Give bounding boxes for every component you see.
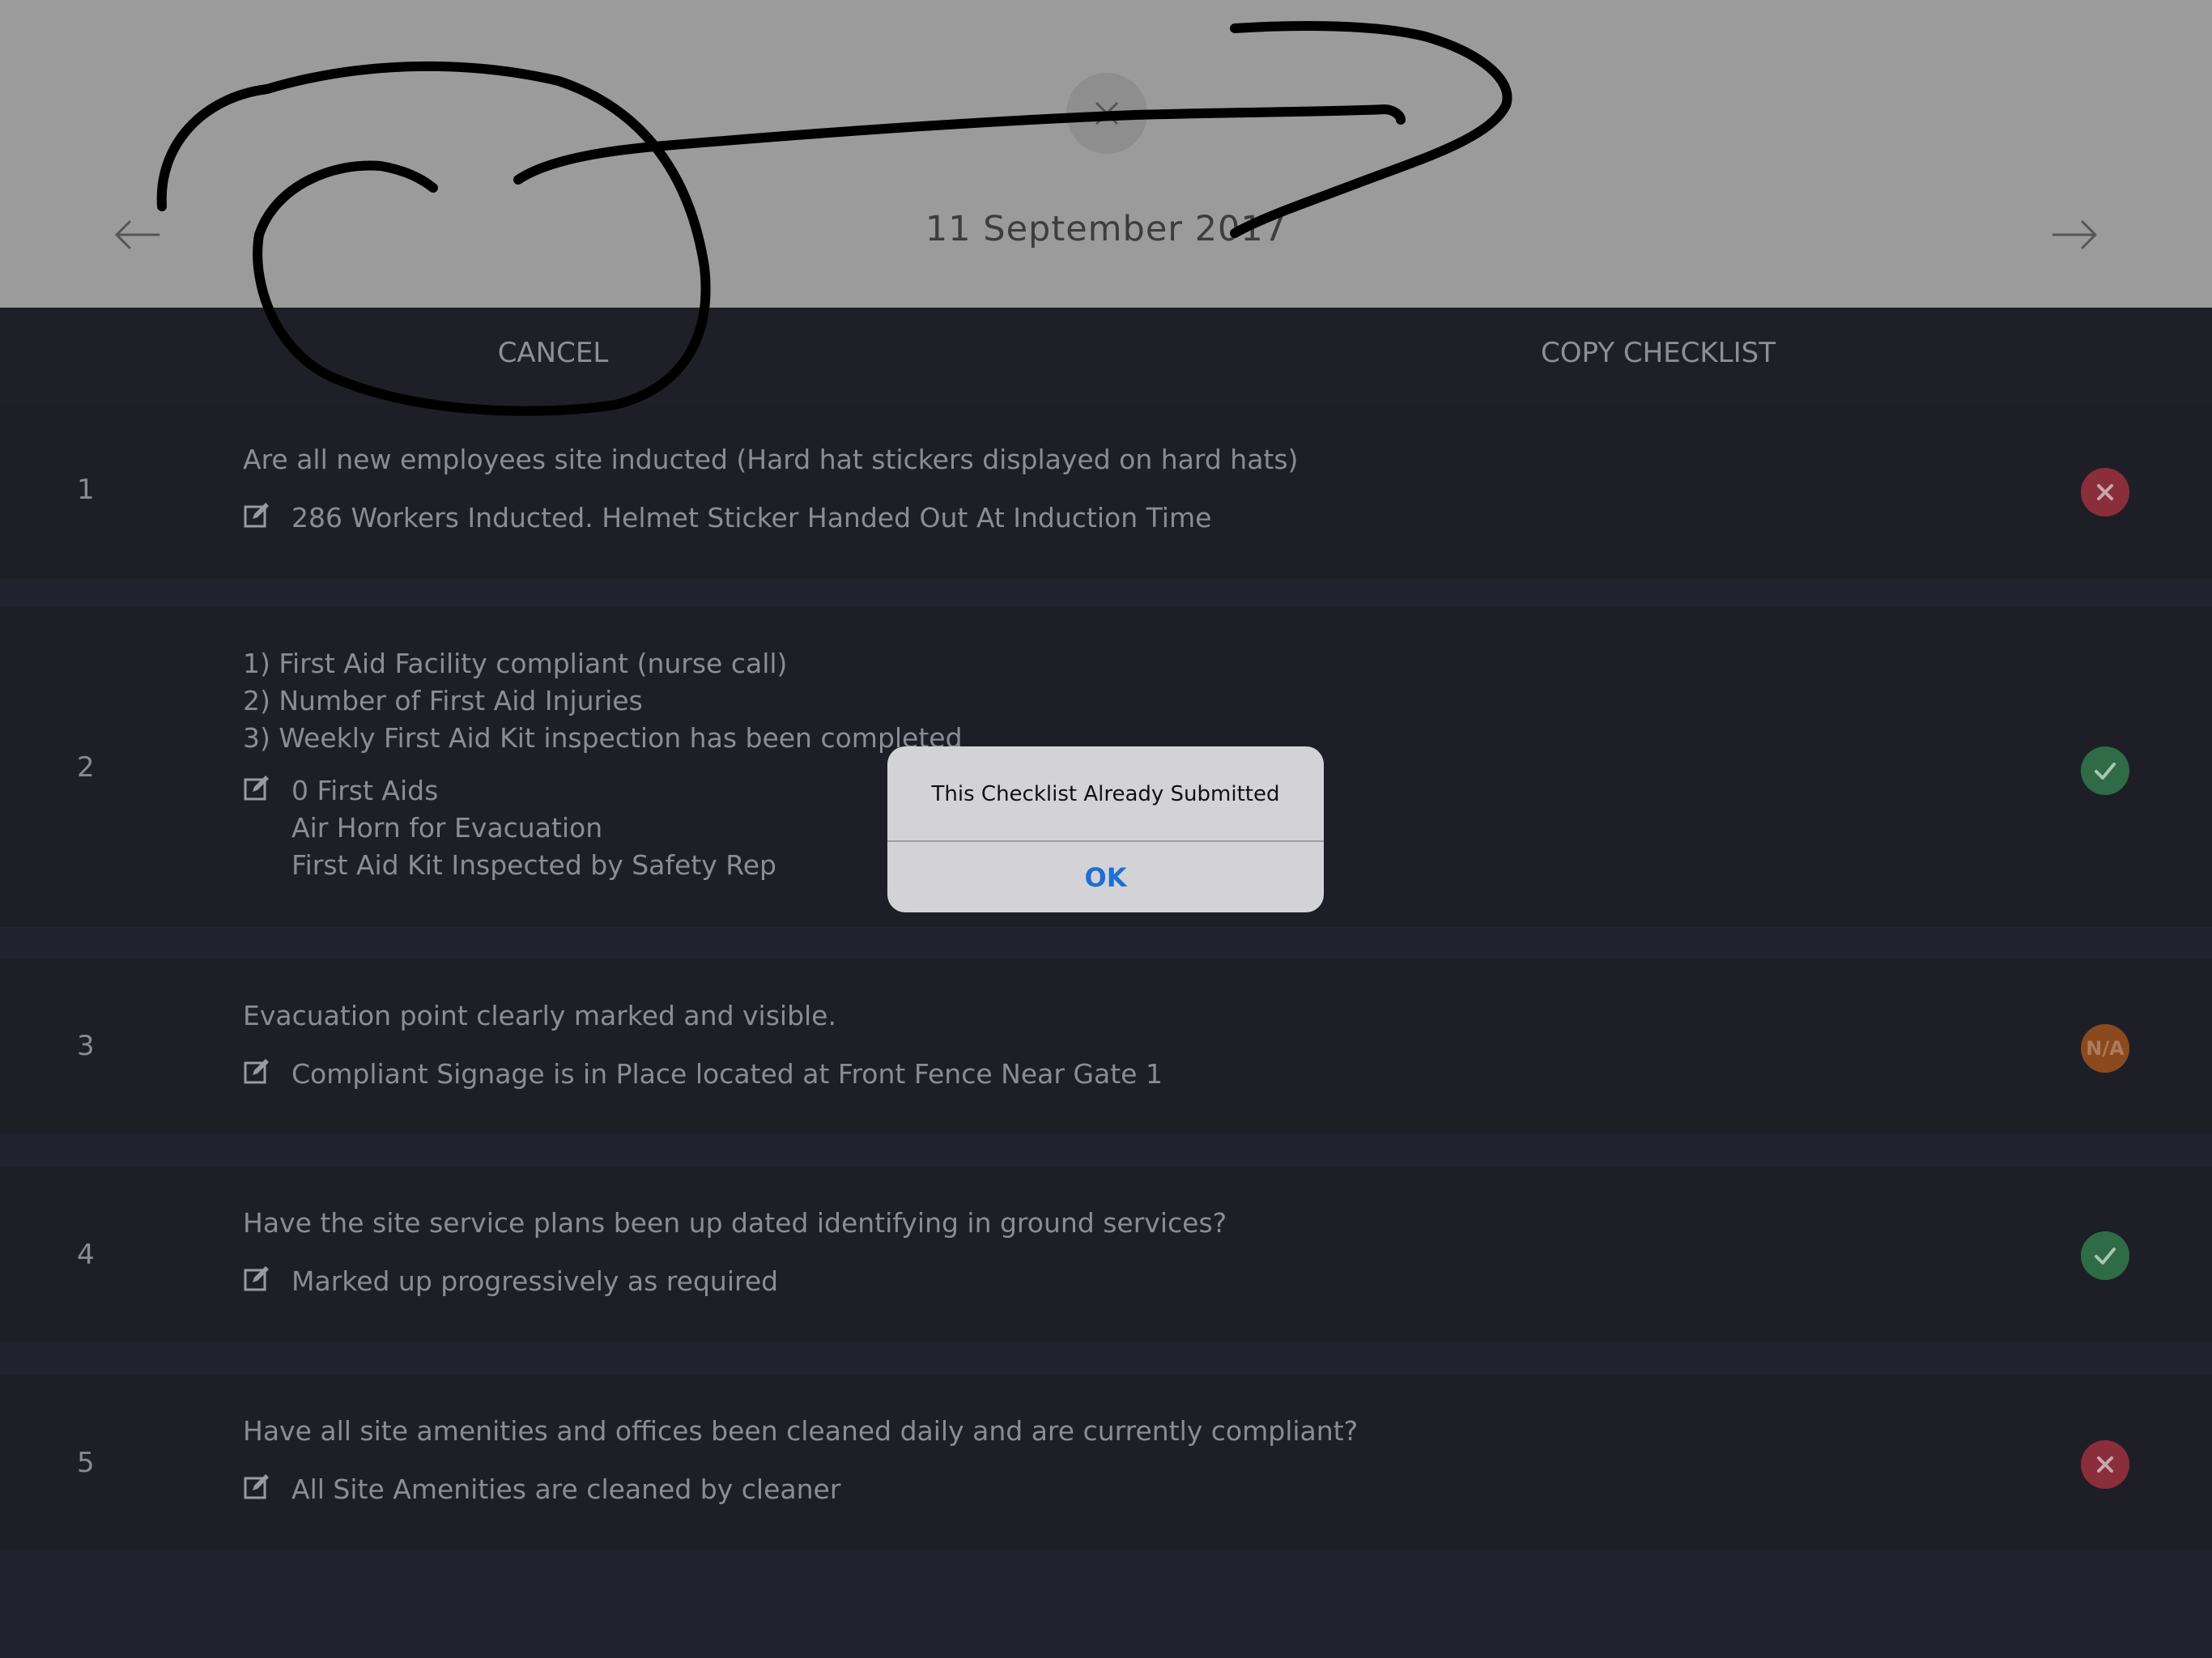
row-question: Have the site service plans been up date… (243, 1207, 1227, 1239)
x-icon (2097, 484, 2113, 500)
status-pass-icon[interactable] (2081, 746, 2129, 795)
row-note-text: All Site Amenities are cleaned by cleane… (291, 1473, 841, 1505)
row-note[interactable]: 0 First Aids Air Horn for Evacuation Fir… (243, 772, 776, 884)
row-separator (0, 927, 2212, 959)
row-separator (0, 1133, 2212, 1167)
row-number: 3 (77, 1030, 95, 1062)
row-question: Are all new employees site inducted (Har… (243, 444, 1299, 475)
row-note[interactable]: 286 Workers Inducted. Helmet Sticker Han… (243, 500, 1211, 537)
row-note[interactable]: Marked up progressively as required (243, 1263, 778, 1300)
x-icon (2097, 1456, 2113, 1473)
edit-note-icon (244, 1474, 269, 1499)
date-title: 11 September 2017 (925, 209, 1287, 249)
edit-note-icon (244, 776, 269, 801)
row-separator (0, 579, 2212, 607)
row-question: Evacuation point clearly marked and visi… (243, 1000, 836, 1031)
check-icon (2095, 763, 2116, 780)
row-number: 4 (77, 1239, 95, 1271)
check-icon (2095, 1248, 2116, 1265)
cancel-button[interactable]: CANCEL (270, 337, 836, 369)
status-na-label: N/A (2086, 1037, 2125, 1060)
row-separator (0, 1550, 2212, 1658)
row-question: 1) First Aid Facility compliant (nurse c… (243, 648, 963, 754)
close-button[interactable] (1066, 73, 1147, 154)
edit-note-icon (244, 1059, 269, 1084)
row-note[interactable]: Compliant Signage is in Place located at… (243, 1056, 1163, 1093)
row-number: 2 (77, 751, 95, 784)
row-note-text: Compliant Signage is in Place located at… (291, 1058, 1163, 1090)
row-number: 5 (77, 1447, 95, 1479)
status-fail-icon[interactable] (2081, 468, 2129, 517)
status-pass-icon[interactable] (2081, 1231, 2129, 1280)
copy-checklist-button[interactable]: COPY CHECKLIST (1375, 337, 1942, 369)
row-note[interactable]: All Site Amenities are cleaned by cleane… (243, 1471, 840, 1508)
alert-message: This Checklist Already Submitted (931, 782, 1280, 806)
row-note-text: 0 First Aids Air Horn for Evacuation Fir… (291, 775, 776, 881)
checklist-row[interactable]: 1 Are all new employees site inducted (H… (0, 405, 2212, 579)
checklist-row[interactable]: 4 Have the site service plans been up da… (0, 1167, 2212, 1341)
checklist-row[interactable]: 3 Evacuation point clearly marked and vi… (0, 959, 2212, 1133)
row-note-text: Marked up progressively as required (291, 1265, 779, 1297)
row-separator (0, 1341, 2212, 1375)
alert-dialog: This Checklist Already Submitted OK (887, 746, 1324, 912)
row-number: 1 (77, 474, 95, 506)
arrow-right-icon[interactable] (2048, 209, 2100, 261)
header: 11 September 2017 (0, 0, 2212, 308)
checklist-row[interactable]: 5 Have all site amenities and offices be… (0, 1375, 2212, 1550)
alert-ok-button[interactable]: OK (887, 842, 1324, 912)
row-note-text: 286 Workers Inducted. Helmet Sticker Han… (291, 502, 1212, 534)
checklist-screen: 11 September 2017 CANCEL COPY CHECKLIST … (0, 0, 2212, 1658)
status-na-icon[interactable]: N/A (2081, 1024, 2129, 1073)
action-bar: CANCEL COPY CHECKLIST (0, 308, 2212, 405)
edit-note-icon (244, 1266, 269, 1291)
status-fail-icon[interactable] (2081, 1440, 2129, 1489)
row-question: Have all site amenities and offices been… (243, 1415, 1359, 1447)
edit-note-icon (244, 503, 269, 528)
close-icon (1095, 101, 1119, 125)
